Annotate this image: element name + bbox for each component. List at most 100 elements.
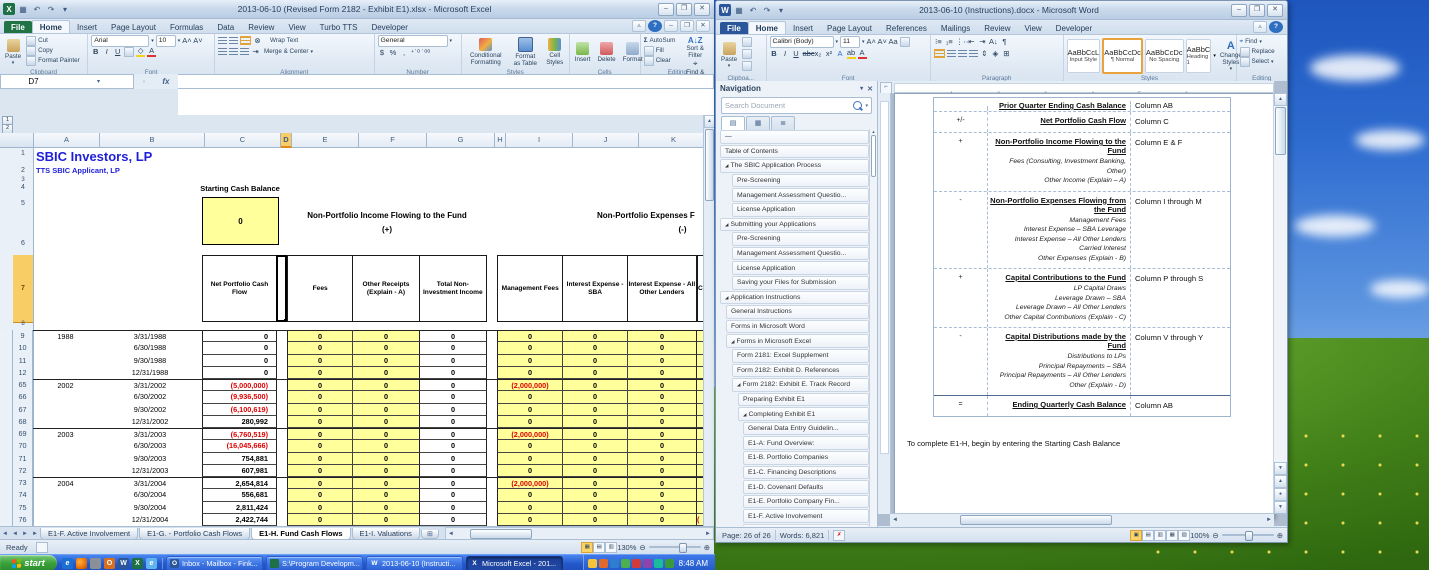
quick-launch-icon[interactable] — [90, 558, 101, 569]
name-box[interactable]: D7▾ — [0, 74, 134, 89]
cell-interest-expense-other[interactable]: 0 — [628, 489, 697, 501]
starting-cash-input-cell[interactable]: 0 — [202, 197, 279, 245]
cell-management-fees[interactable]: 0 — [497, 453, 563, 465]
cell-quarter-date[interactable]: 6/30/2003 — [98, 440, 202, 452]
cell-other-receipts[interactable]: 0 — [353, 330, 420, 342]
cell-net-portfolio-cash-flow[interactable]: 280,992 — [202, 416, 277, 428]
cell-interest-expense-other[interactable]: 0 — [628, 428, 697, 440]
cell-interest-expense-other[interactable]: 0 — [628, 342, 697, 354]
shading-icon[interactable]: ◈ — [991, 49, 1000, 58]
collapse-ribbon-icon[interactable]: ▵ — [632, 20, 646, 32]
nav-heading-item[interactable]: ◢ Saving your Files for Submission — [732, 276, 869, 290]
nav-heading-item[interactable]: ◢ Application Instructions — [720, 291, 869, 305]
increase-decimal-icon[interactable]: ⁺˙⁰ — [411, 48, 420, 57]
tab-formulas[interactable]: Formulas — [163, 21, 210, 33]
insert-worksheet-icon[interactable]: ⊞ — [421, 530, 439, 539]
next-sheet-icon[interactable]: ► — [20, 531, 30, 537]
excel-titlebar[interactable]: X ▦ ↶ ↷ ▾ 2013-06-10 (Revised Form 2182 … — [0, 0, 714, 19]
document-page[interactable]: Prior Quarter Ending Cash Balance Column… — [894, 93, 1274, 518]
cell-net-portfolio-cash-flow[interactable]: 754,881 — [202, 453, 277, 465]
formula-input[interactable] — [178, 74, 714, 89]
paste-button[interactable]: Paste▾ — [719, 37, 739, 74]
cell-management-fees[interactable]: 0 — [497, 342, 563, 354]
cell-year[interactable]: 1988 — [33, 330, 98, 342]
tray-icon[interactable] — [621, 559, 630, 568]
nav-heading-item[interactable]: ◢ Forms in Microsoft Word — [726, 320, 869, 334]
cell-total-non-investment-income[interactable]: 0 — [420, 391, 487, 403]
align-right-button[interactable] — [958, 50, 967, 57]
cell-styles-button[interactable]: Cell Styles — [544, 36, 566, 68]
cell-fees[interactable]: 0 — [287, 428, 353, 440]
nav-heading-item[interactable]: ◢ — — [720, 130, 869, 144]
quick-launch-icon[interactable]: e — [62, 558, 73, 569]
row-header-1[interactable]: 1 — [13, 150, 33, 157]
row-number[interactable]: 65 — [13, 379, 33, 391]
cell-interest-expense-sba[interactable]: 0 — [563, 367, 628, 379]
expand-triangle-icon[interactable]: ◢ — [725, 219, 728, 230]
pane-close-icon[interactable]: ✕ — [867, 85, 873, 93]
column-header-K[interactable]: K — [639, 133, 709, 148]
cell-quarter-date[interactable]: 3/31/2003 — [98, 428, 202, 440]
zoom-slider[interactable] — [649, 546, 701, 548]
tab-developer[interactable]: Developer — [1049, 22, 1099, 34]
font-size-select[interactable]: 11 — [840, 36, 860, 48]
selected-cell-D7[interactable] — [276, 255, 287, 322]
cell-total-non-investment-income[interactable]: 0 — [420, 330, 487, 342]
bullets-icon[interactable]: ⁝≡ — [934, 37, 943, 46]
cell-fees[interactable]: 0 — [287, 379, 353, 391]
style-card[interactable]: AaBbCcDc ¶ Normal — [1102, 38, 1143, 74]
cell-fees[interactable]: 0 — [287, 330, 353, 342]
cell-other-receipts[interactable]: 0 — [353, 367, 420, 379]
fill-button[interactable]: Fill — [644, 46, 676, 55]
cell-interest-expense-other[interactable]: 0 — [628, 502, 697, 514]
zoom-slider-thumb[interactable] — [1245, 531, 1253, 541]
nav-heading-item[interactable]: ◢ E1-A: Fund Overview: — [743, 436, 869, 450]
start-button[interactable]: start — [0, 555, 57, 570]
sort-icon[interactable]: A↓ — [989, 37, 998, 46]
cell-year[interactable] — [33, 440, 98, 452]
nav-heading-item[interactable]: ◢ Management Assessment Questio... — [732, 247, 869, 261]
cell-year[interactable] — [33, 502, 98, 514]
cell-interest-expense-other[interactable]: 0 — [628, 477, 697, 489]
cell-management-fees[interactable]: (2,000,000) — [497, 428, 563, 440]
tab-view[interactable]: View — [281, 21, 312, 33]
tray-icon[interactable] — [610, 559, 619, 568]
cell-interest-expense-sba[interactable]: 0 — [563, 428, 628, 440]
row-number[interactable]: 71 — [13, 453, 33, 465]
cell-total-non-investment-income[interactable]: 0 — [420, 416, 487, 428]
nav-heading-item[interactable]: ◢ Forms in Microsoft Excel — [726, 334, 869, 348]
orientation-icon[interactable]: ⊗ — [253, 36, 262, 45]
cell-net-portfolio-cash-flow[interactable]: (6,760,519) — [202, 428, 277, 440]
web-layout-icon[interactable]: ▥ — [1154, 530, 1166, 541]
superscript-button[interactable]: x² — [825, 49, 834, 58]
insert-cells-button[interactable]: Insert — [573, 36, 593, 68]
font-color-icon[interactable]: A — [147, 46, 156, 57]
nav-heading-item[interactable]: ◢ E1-D. Covenant Defaults — [743, 480, 869, 494]
cell-fees[interactable]: 0 — [287, 489, 353, 501]
undo-icon[interactable]: ↶ — [747, 4, 759, 16]
column-header-F[interactable]: F — [359, 133, 427, 148]
cell-quarter-date[interactable]: 6/30/1988 — [98, 342, 202, 354]
zoom-out-icon[interactable]: ⊖ — [639, 543, 645, 552]
cell-quarter-date[interactable]: 12/31/2003 — [98, 465, 202, 477]
accounting-format-icon[interactable]: $ — [378, 48, 387, 57]
cut-button[interactable]: Cut — [26, 36, 80, 45]
cell-management-fees[interactable]: 0 — [497, 355, 563, 367]
cell-quarter-date[interactable]: 12/31/1988 — [98, 367, 202, 379]
previous-page-icon[interactable]: ▲ — [1274, 475, 1287, 488]
row-number[interactable]: 75 — [13, 502, 33, 514]
tray-icon[interactable] — [665, 559, 674, 568]
page-layout-view-icon[interactable]: ▤ — [593, 542, 605, 553]
row-header-2[interactable]: 2 — [13, 167, 33, 174]
cell-year[interactable] — [33, 465, 98, 477]
column-header-D[interactable]: D — [281, 133, 292, 148]
cell-year[interactable] — [33, 416, 98, 428]
column-header-A[interactable]: A — [34, 133, 100, 148]
cell-net-portfolio-cash-flow[interactable]: 0 — [202, 355, 277, 367]
book-minimize-icon[interactable]: – — [664, 20, 678, 32]
copy-icon[interactable] — [742, 49, 752, 59]
zoom-in-icon[interactable]: ⊕ — [704, 543, 710, 552]
cell-total-non-investment-income[interactable]: 0 — [420, 342, 487, 354]
minimize-button[interactable]: – — [658, 3, 674, 16]
tab-home[interactable]: Home — [748, 21, 786, 34]
